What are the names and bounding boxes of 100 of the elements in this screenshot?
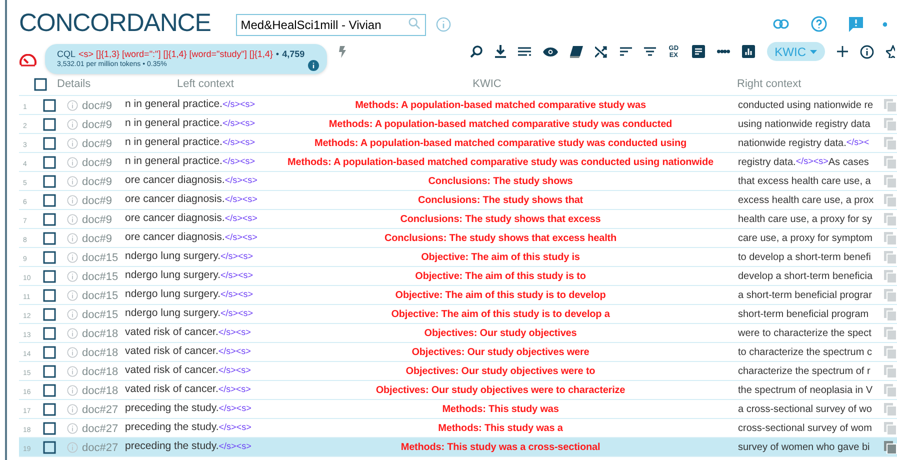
filter-icon[interactable] [644,47,656,56]
right-context-text: care use, a proxy for symptom [738,232,872,246]
right-context-text: excess health care use, a prox [738,194,874,208]
result-count: 4,759 [282,48,305,60]
shuffle-icon[interactable] [594,46,608,58]
right-context-text: short-term beneficial program [738,308,869,322]
copy-icon[interactable] [884,346,897,358]
sentence-tag: </s><s> [222,117,256,131]
copy-icon[interactable] [884,250,897,264]
bar-chart-icon[interactable] [742,45,755,58]
right-context-text: nationwide registry data. [738,136,846,150]
sentence-tag: </s><s> [218,440,252,454]
book-icon[interactable] [570,46,583,58]
row-checkbox[interactable] [43,346,56,358]
star-icon[interactable] [886,45,895,58]
right-context-text: develop a short-term beneficia [738,270,873,284]
kwic-text: Conclusions: The study shows that [418,194,584,208]
row-checkbox[interactable] [43,212,56,226]
speedometer-icon [19,54,37,67]
kwic-text: Objectives: Our study objectives were to [406,364,596,378]
sentence-tag: </s><s> [218,421,252,435]
row-checkbox[interactable] [43,194,56,206]
sentence-tag: </s><s> [220,307,254,321]
kwic-text: Conclusions: The study shows [428,174,573,188]
select-all-checkbox[interactable] [34,78,47,91]
row-checkbox[interactable] [43,270,56,282]
feedback-icon[interactable] [849,16,863,32]
copy-icon[interactable] [884,422,897,434]
kwic-text: Objective: The aim of this study is [421,250,580,264]
right-context-text: registry data. [738,156,796,170]
sentence-tag: </s><s> [218,383,251,397]
row-checkbox[interactable] [43,422,56,434]
kwic-text: Methods: This study was [442,402,559,416]
row-checkbox[interactable] [43,232,56,244]
column-header: KWIC [472,77,502,92]
copy-icon[interactable] [884,232,897,244]
sentence-tag: </s><s> [220,288,254,302]
query-expression: <s> []{1,3} [word=":"] []{1,4} [word="study"] []{1,4} [78,48,273,60]
copy-icon[interactable] [884,440,897,454]
sentence-tag: </s><s> [224,231,258,245]
kwic-text: Conclusions: The study shows that excess health [384,232,617,246]
copy-icon[interactable] [884,326,897,340]
dots-icon[interactable] [716,49,730,54]
row-checkbox[interactable] [43,174,56,188]
row-checkbox[interactable] [43,384,56,396]
copy-icon[interactable] [884,384,897,396]
zoom-icon[interactable] [470,45,483,58]
sentence-tag: </s>< [846,136,870,150]
left-context-text: ndergo lung surgery. [125,306,221,322]
copy-icon[interactable] [884,156,897,168]
copy-icon[interactable] [884,308,897,320]
row-checkbox[interactable] [43,402,56,416]
left-context-text: ore cancer diagnosis. [125,173,225,188]
right-context-text: As cases [828,156,869,170]
sentence-tag: </s><s> [224,174,258,188]
document-icon[interactable] [692,45,705,58]
sort-icon[interactable] [620,47,632,56]
row-checkbox[interactable] [43,364,56,378]
copy-icon[interactable] [884,194,897,206]
lines-icon[interactable] [518,47,531,56]
copy-icon[interactable] [884,288,897,302]
add-icon[interactable] [837,46,848,57]
row-checkbox[interactable] [43,156,56,168]
info-icon[interactable] [308,60,319,71]
row-checkbox[interactable] [43,118,56,130]
sentence-tag: </s><s> [218,402,252,416]
row-checkbox[interactable] [43,98,56,112]
copy-icon[interactable] [884,402,897,416]
left-context-text: ndergo lung surgery. [125,249,221,264]
right-context-text: health care use, a proxy for sy [738,212,872,226]
download-icon[interactable] [494,45,506,58]
copy-icon[interactable] [884,118,897,130]
caret-icon [810,50,817,54]
left-context-text: preceding the study. [125,401,219,416]
copy-icon[interactable] [884,174,897,188]
corpus-search-field[interactable]: Med&HealSci1mill - Vivian [236,14,426,36]
right-context-text: using nationwide registry data [738,118,870,132]
info-icon[interactable] [860,44,874,58]
row-checkbox[interactable] [43,440,56,454]
help-icon[interactable] [811,16,827,32]
copy-icon[interactable] [884,98,897,112]
left-context-text: n in general practice. [125,135,222,150]
copy-icon[interactable] [884,136,897,150]
row-checkbox[interactable] [43,250,56,264]
row-checkbox[interactable] [43,308,56,320]
sentence-tag: </s><s> [220,250,254,264]
left-context-text: preceding the study. [125,439,219,454]
row-checkbox[interactable] [43,288,56,302]
copy-icon[interactable] [884,270,897,282]
copy-icon[interactable] [884,212,897,226]
lightning-icon[interactable] [339,46,346,58]
left-context-text: n in general practice. [125,116,222,132]
right-context-text: characterize the spectrum of r [738,364,870,378]
eye-icon[interactable] [542,46,558,56]
link-icon[interactable] [773,19,789,29]
query-language-label: CQL [57,48,76,60]
row-checkbox[interactable] [43,136,56,150]
left-context-text: preceding the study. [125,420,219,436]
row-checkbox[interactable] [43,326,56,340]
copy-icon[interactable] [884,364,897,378]
